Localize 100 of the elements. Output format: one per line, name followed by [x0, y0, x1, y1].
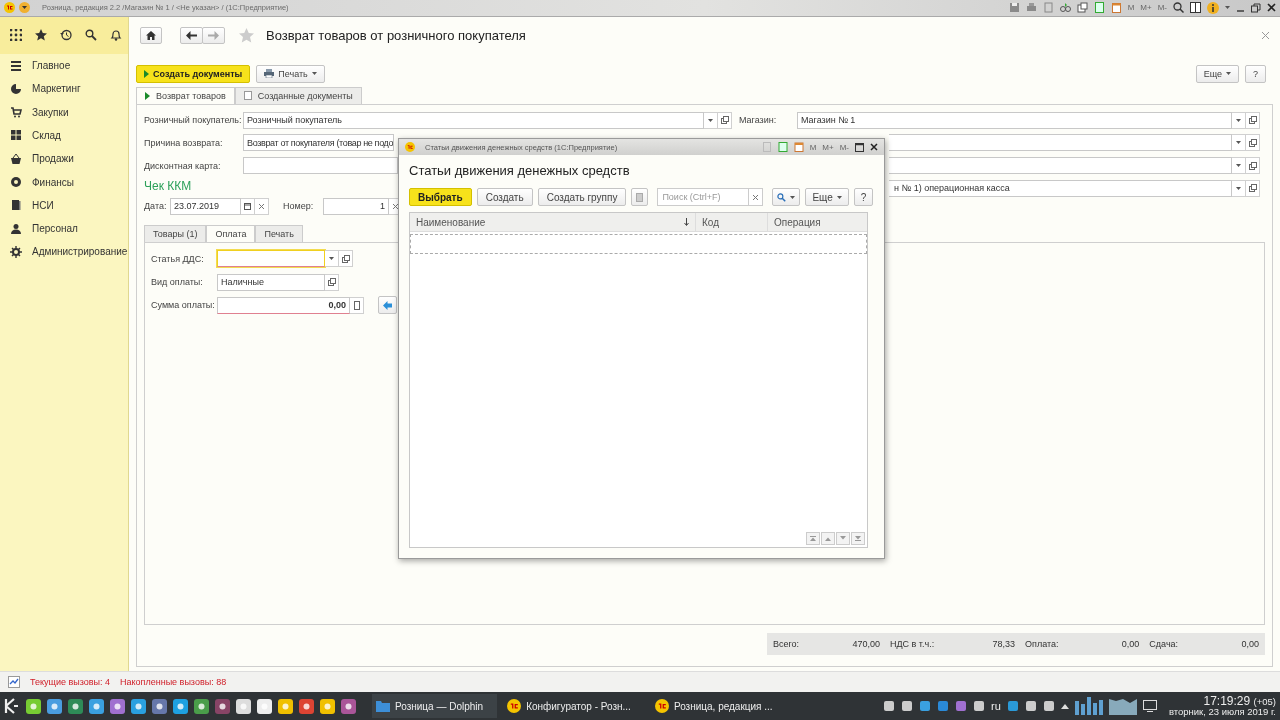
open-button[interactable]: [1246, 157, 1260, 175]
calendar-button[interactable]: [241, 197, 255, 215]
tray-icon[interactable]: [883, 700, 896, 712]
bell-icon[interactable]: [110, 29, 122, 42]
star-icon[interactable]: [239, 28, 254, 44]
close-icon[interactable]: [870, 143, 878, 151]
app-icon[interactable]: [341, 698, 356, 714]
input-field[interactable]: [243, 157, 398, 175]
open-button[interactable]: [1246, 134, 1260, 152]
app-icon[interactable]: [68, 698, 83, 714]
nav-button[interactable]: [836, 532, 850, 545]
memory-button[interactable]: M-: [839, 142, 849, 152]
input-field[interactable]: [217, 250, 325, 268]
open-button[interactable]: [1246, 179, 1260, 197]
monitor-icon[interactable]: [1142, 700, 1157, 712]
column-header[interactable]: Операция: [768, 213, 865, 231]
app-icon[interactable]: [152, 698, 167, 714]
sidebar-item[interactable]: Склад: [0, 123, 128, 148]
fill-button[interactable]: [378, 296, 397, 315]
date-field[interactable]: 23.07.2019: [170, 197, 241, 215]
sidebar-item[interactable]: Продажи: [0, 147, 128, 171]
sidebar-item[interactable]: Финансы: [0, 170, 128, 194]
app-icon[interactable]: [236, 698, 251, 714]
open-button[interactable]: [339, 250, 353, 268]
sidebar-item[interactable]: Администрирование: [0, 240, 128, 264]
app-icon[interactable]: [299, 698, 314, 714]
more-button[interactable]: Еще: [805, 188, 849, 206]
tray-icon[interactable]: [1006, 700, 1019, 712]
memory-button[interactable]: M-: [1157, 3, 1167, 13]
maximize-icon[interactable]: [855, 142, 864, 152]
app-icon[interactable]: [110, 698, 125, 714]
app-icon[interactable]: [194, 698, 209, 714]
back-button[interactable]: [180, 27, 203, 45]
documents-icon[interactable]: [1076, 2, 1088, 14]
history-icon[interactable]: [60, 29, 72, 42]
tray-icon[interactable]: [1042, 700, 1055, 712]
memory-button[interactable]: M+: [822, 142, 834, 152]
keyboard-layout[interactable]: ru: [991, 700, 1001, 712]
sidebar-item[interactable]: Закупки: [0, 100, 128, 124]
apps-grid-icon[interactable]: [10, 29, 22, 42]
app-icon[interactable]: [320, 698, 335, 714]
input-field[interactable]: Наличные: [217, 273, 325, 291]
info-icon[interactable]: [1207, 1, 1219, 14]
number-field[interactable]: 1: [323, 197, 389, 215]
app-icon[interactable]: [173, 698, 188, 714]
tab[interactable]: Товары (1): [144, 224, 207, 242]
app-icon[interactable]: [257, 698, 272, 714]
nav-button[interactable]: [806, 532, 820, 545]
taskbar-task[interactable]: Розница — Dolphin: [372, 694, 498, 718]
nav-button[interactable]: [851, 532, 865, 545]
calendar-icon[interactable]: [1110, 2, 1122, 14]
memory-button[interactable]: M: [1127, 3, 1135, 13]
tray-icon[interactable]: [1024, 700, 1037, 712]
tab[interactable]: Возврат товаров: [136, 86, 235, 104]
sidebar-item[interactable]: Главное: [0, 53, 128, 78]
clear-button[interactable]: [749, 188, 764, 206]
close-icon[interactable]: [1267, 3, 1276, 13]
search-button[interactable]: [772, 188, 801, 206]
input-field[interactable]: Возврат от покупателя (товар не подо: [243, 134, 395, 152]
nav-button[interactable]: [821, 532, 835, 545]
open-button[interactable]: [1246, 111, 1260, 129]
dropdown-button[interactable]: [1232, 179, 1246, 197]
menu-dropdown-icon[interactable]: [19, 2, 30, 14]
app-icon[interactable]: [215, 698, 230, 714]
input-field[interactable]: н № 1) операционная касса: [889, 179, 1232, 197]
sidebar-item[interactable]: Маркетинг: [0, 77, 128, 101]
memory-button[interactable]: M+: [1140, 3, 1152, 13]
input-field[interactable]: Магазин № 1: [797, 111, 1232, 129]
more-button[interactable]: Еще: [1195, 64, 1239, 83]
taskbar-task[interactable]: Конфигуратор - Розн...: [503, 694, 645, 718]
clear-button[interactable]: [255, 197, 269, 215]
column-header[interactable]: Код: [696, 213, 768, 231]
sidebar-item[interactable]: Персонал: [0, 217, 128, 241]
panel-icon[interactable]: [1190, 2, 1201, 14]
link-icon[interactable]: [1059, 2, 1071, 14]
sidebar-item[interactable]: НСИ: [0, 193, 128, 218]
column-header[interactable]: Наименование: [410, 213, 696, 231]
tab[interactable]: Печать: [255, 224, 303, 242]
app-icon[interactable]: [131, 698, 146, 714]
star-icon[interactable]: [35, 29, 47, 42]
app-icon[interactable]: [47, 698, 62, 714]
search-field[interactable]: Поиск (Ctrl+F): [657, 188, 750, 206]
create-documents-button[interactable]: Создать документы: [136, 64, 251, 83]
input-field[interactable]: [889, 157, 1232, 175]
open-button[interactable]: [718, 111, 732, 129]
help-button[interactable]: ?: [1245, 64, 1266, 83]
tray-icon[interactable]: [955, 700, 968, 712]
restore-icon[interactable]: [1251, 2, 1261, 13]
tray-icon[interactable]: [919, 700, 932, 712]
tray-icon[interactable]: [937, 700, 950, 712]
tray-icon[interactable]: [973, 700, 986, 712]
dropdown-button[interactable]: [1232, 157, 1246, 175]
calculator-icon[interactable]: [777, 142, 788, 152]
calendar-icon[interactable]: [793, 142, 804, 152]
print-button[interactable]: Печать: [256, 64, 325, 83]
up-arrow-icon[interactable]: [1060, 703, 1069, 709]
create-button[interactable]: Создать группу: [537, 188, 627, 206]
input-field[interactable]: Розничный покупатель: [243, 111, 704, 129]
taskbar-task[interactable]: Розница, редакция ...: [650, 694, 787, 718]
dropdown-button[interactable]: [1232, 111, 1246, 129]
